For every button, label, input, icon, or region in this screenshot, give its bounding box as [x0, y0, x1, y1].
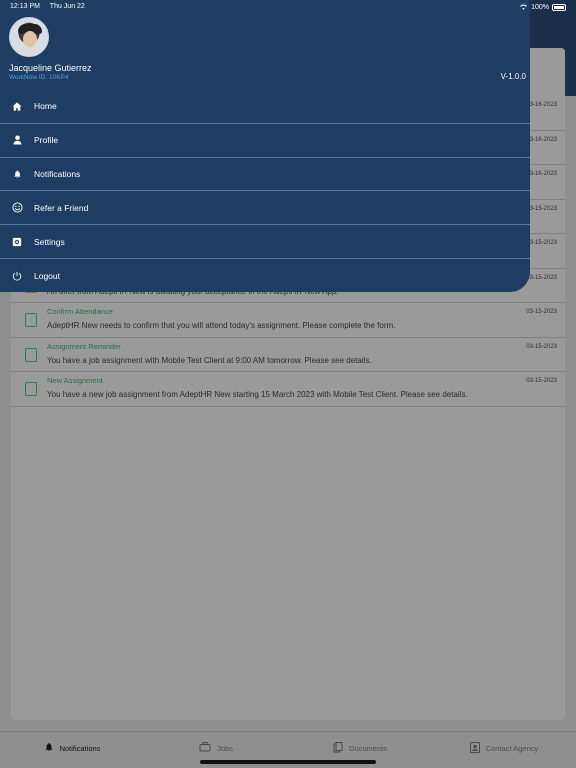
menu-item-label: Refer a Friend: [34, 202, 89, 213]
menu-item-label: Home: [34, 101, 57, 112]
menu-item-label: Notifications: [34, 168, 81, 179]
menu-item-logout[interactable]: Logout: [0, 259, 530, 292]
battery-icon: [552, 4, 566, 11]
menu-item-label: Logout: [34, 270, 60, 281]
menu-item-profile[interactable]: Profile: [0, 124, 530, 158]
notification-title: New Assignment: [47, 376, 103, 385]
notification-message: You have a new job assignment from Adept…: [47, 390, 468, 399]
user-name: Jacqueline Gutierrez: [9, 63, 92, 73]
notification-date: 03-16-2023: [526, 136, 557, 143]
avatar-face: [23, 31, 37, 47]
tab-label: Jobs: [217, 743, 233, 753]
notification-title: Confirm Attendance: [47, 307, 113, 316]
menu-item-home[interactable]: Home: [0, 90, 530, 124]
clipboard-check-icon: [25, 382, 37, 396]
notification-date: 03-15-2023: [526, 274, 557, 281]
home-icon: [0, 102, 34, 111]
battery-percent: 100%: [531, 4, 549, 11]
notification-date: 03-16-2023: [526, 102, 557, 108]
notification-message: You have a job assignment with Mobile Te…: [47, 355, 372, 365]
tab-contact-agency[interactable]: Contact Agency: [432, 732, 576, 768]
notification-date: 03-15-2023: [526, 343, 557, 350]
status-date: Thu Jun 22: [49, 3, 85, 10]
navigation-drawer: Jacqueline Gutierrez WorkNow ID: 10KP4 V…: [0, 0, 530, 292]
tab-label: Contact Agency: [485, 743, 539, 753]
notification-message: AdeptHR New needs to confirm that you wi…: [47, 321, 396, 330]
notification-row[interactable]: New Assignment You have a new job assign…: [11, 372, 565, 407]
status-time: 12:13 PM: [10, 3, 40, 10]
avatar[interactable]: [9, 17, 49, 57]
tab-label: Documents: [349, 743, 387, 753]
bell-icon: [44, 742, 54, 754]
menu-item-label: Profile: [34, 135, 59, 146]
home-indicator: [200, 760, 376, 764]
menu-item-refer-a-friend[interactable]: Refer a Friend: [0, 191, 530, 226]
notification-date: 03-16-2023: [526, 171, 557, 177]
clipboard-check-icon: [25, 313, 37, 327]
notification-row[interactable]: Confirm Attendance AdeptHR New needs to …: [11, 303, 565, 338]
clipboard-check-icon: [25, 347, 37, 362]
person-icon: [0, 135, 34, 145]
documents-icon: [333, 741, 343, 755]
tab-label: Notifications: [59, 743, 101, 753]
notification-date: 03-15-2023: [526, 240, 557, 246]
notification-title: Assignment Reminder: [47, 341, 121, 351]
menu-item-settings[interactable]: Settings: [0, 225, 530, 259]
menu-item-label: Settings: [34, 236, 65, 247]
briefcase-icon: [199, 742, 211, 754]
app-version: V-1.0.0: [500, 72, 526, 81]
status-bar: 12:13 PM Thu Jun 22 100%: [0, 0, 576, 14]
gear-icon: [0, 237, 34, 247]
notification-date: 03-15-2023: [526, 205, 557, 212]
wifi-icon: [519, 3, 528, 12]
drawer-menu: Home Profile Notifications Refer a Frien…: [0, 90, 530, 292]
bell-icon: [0, 169, 34, 179]
tab-notifications[interactable]: Notifications: [0, 732, 144, 768]
worknow-id: WorkNow ID: 10KP4: [9, 74, 69, 81]
notification-date: 03-15-2023: [526, 309, 557, 315]
power-icon: [0, 271, 34, 281]
notification-row[interactable]: Assignment Reminder You have a job assig…: [11, 338, 565, 372]
contact-icon: [469, 741, 480, 755]
notification-date: 03-15-2023: [526, 378, 557, 384]
menu-item-notifications[interactable]: Notifications: [0, 158, 530, 192]
smiley-icon: [0, 202, 34, 213]
